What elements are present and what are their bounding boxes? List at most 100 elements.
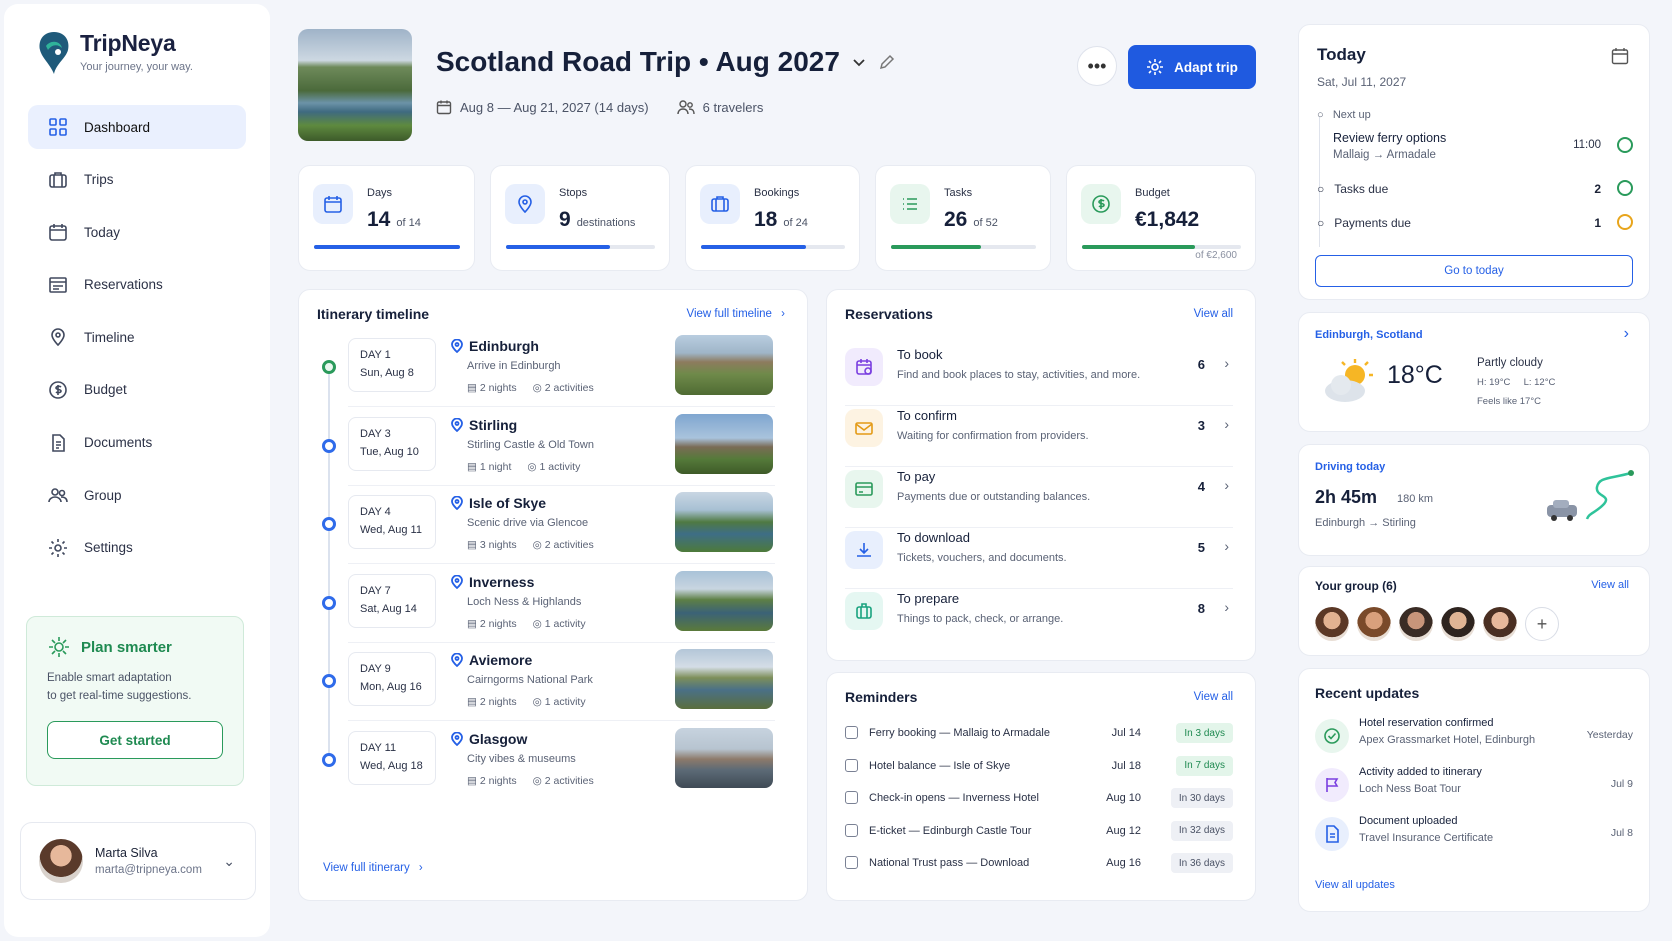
reservation-row[interactable]: To prepare Things to pack, check, or arr… — [845, 585, 1233, 641]
chevron-right-icon[interactable]: › — [1624, 325, 1629, 343]
reminder-date: Aug 12 — [1106, 824, 1141, 837]
nav-group[interactable]: Group — [28, 473, 246, 517]
reservation-row[interactable]: To confirm Waiting for confirmation from… — [845, 402, 1233, 467]
stop-name-text: Inverness — [469, 574, 535, 590]
nav-dashboard[interactable]: Dashboard — [28, 105, 246, 149]
update-subtitle: Travel Insurance Certificate — [1359, 832, 1494, 844]
driving-card[interactable]: Driving today 2h 45m 180 km Edinburgh → … — [1298, 444, 1650, 556]
view-full-itinerary-link[interactable]: View full itinerary › — [323, 862, 423, 874]
update-item[interactable]: Document uploaded Travel Insurance Certi… — [1315, 813, 1633, 859]
timeline-item[interactable]: DAY 9 Mon, Aug 16 Aviemore Cairngorms Na… — [299, 649, 805, 732]
view-all-reservations-link[interactable]: View all — [1194, 308, 1233, 320]
stat-budget[interactable]: Budget €1,842 of €2,600 — [1066, 165, 1256, 271]
reminder-checkbox[interactable] — [845, 791, 858, 804]
driving-label: Driving today — [1315, 461, 1386, 473]
stop-name: Inverness — [451, 574, 534, 590]
nav-timeline[interactable]: Timeline — [28, 315, 246, 359]
stop-thumbnail — [675, 414, 773, 474]
reminder-row[interactable]: National Trust pass — Download Aug 16 In… — [845, 853, 1233, 877]
add-member-button[interactable]: + — [1525, 607, 1559, 641]
divider — [348, 485, 775, 486]
day-date: Tue, Aug 10 — [360, 446, 419, 458]
reservation-row[interactable]: To download Tickets, vouchers, and docum… — [845, 524, 1233, 589]
status-badge: In 32 days — [1170, 820, 1233, 841]
adapt-trip-button[interactable]: Adapt trip — [1128, 45, 1256, 89]
reservation-row[interactable]: To book Find and book places to stay, ac… — [845, 341, 1233, 406]
timeline-item[interactable]: DAY 1 Sun, Aug 8 Edinburgh Arrive in Edi… — [299, 335, 805, 418]
nights-text: 2 nights — [479, 696, 517, 708]
sparkle-icon — [49, 637, 69, 657]
stat-stops[interactable]: Stops 9 destinations — [490, 165, 670, 271]
stop-name-text: Aviemore — [469, 652, 533, 668]
timeline-item[interactable]: DAY 7 Sat, Aug 14 Inverness Loch Ness & … — [299, 571, 805, 654]
bed-icon: ▤ — [467, 696, 477, 708]
nav-label: Group — [84, 487, 122, 503]
day-number: DAY 11 — [360, 742, 397, 754]
calendar-icon[interactable] — [1611, 47, 1629, 65]
reminder-checkbox[interactable] — [845, 758, 858, 772]
go-to-today-button[interactable]: Go to today — [1315, 255, 1633, 287]
stat-days[interactable]: Days 14 of 14 — [298, 165, 475, 271]
reminder-row[interactable]: Ferry booking — Mallaig to Armadale Jul … — [845, 723, 1233, 747]
weather-location[interactable]: Edinburgh, Scotland — [1315, 329, 1423, 341]
timeline-item[interactable]: DAY 3 Tue, Aug 10 Stirling Stirling Cast… — [299, 414, 805, 497]
nav-budget[interactable]: Budget — [28, 368, 246, 412]
panel-title: Itinerary timeline — [317, 306, 430, 322]
view-all-group-link[interactable]: View all — [1591, 579, 1629, 591]
stop-stats: ▤ 2 nights ◎ 1 activity — [467, 618, 586, 630]
avatar[interactable] — [1357, 607, 1391, 641]
nav-reservations[interactable]: Reservations — [28, 263, 246, 307]
get-started-button[interactable]: Get started — [47, 721, 223, 759]
more-options-button[interactable]: ••• — [1077, 46, 1117, 86]
avatar[interactable] — [1441, 607, 1475, 641]
stat-tasks[interactable]: Tasks 26 of 52 — [875, 165, 1051, 271]
nav-settings[interactable]: Settings — [28, 526, 246, 570]
avatar[interactable] — [1315, 607, 1349, 641]
reminder-row[interactable]: E-ticket — Edinburgh Castle Tour Aug 12 … — [845, 820, 1233, 845]
nav-label: Dashboard — [84, 119, 151, 135]
map-pin-icon — [505, 184, 545, 224]
avatar[interactable] — [1483, 607, 1517, 641]
dashboard-icon — [49, 118, 67, 136]
reminder-text: Hotel balance — Isle of Skye — [869, 759, 1011, 772]
reminder-checkbox[interactable] — [845, 823, 858, 837]
timeline-item[interactable]: DAY 11 Wed, Aug 18 Glasgow City vibes & … — [299, 728, 805, 811]
file-icon — [1315, 817, 1349, 851]
timeline-item[interactable]: DAY 4 Wed, Aug 11 Isle of Skye Scenic dr… — [299, 492, 805, 575]
reminder-row[interactable]: Hotel balance — Isle of Skye Jul 18 In 7… — [845, 755, 1233, 780]
stat-progress-fill — [314, 245, 460, 249]
link-label: View full itinerary — [323, 862, 410, 874]
update-item[interactable]: Hotel reservation confirmed Apex Grassma… — [1315, 715, 1633, 761]
nav-documents[interactable]: Documents — [28, 421, 246, 465]
avatar[interactable] — [1399, 607, 1433, 641]
complete-toggle[interactable] — [1617, 137, 1633, 153]
reservation-desc: Tickets, vouchers, and documents. — [897, 552, 1067, 564]
credit-card-icon — [845, 470, 883, 508]
stat-of: destinations — [576, 217, 636, 229]
nav-label: Documents — [84, 435, 153, 451]
nav-label: Today — [84, 224, 121, 240]
reminder-text: National Trust pass — Download — [869, 857, 1030, 869]
stat-bookings[interactable]: Bookings 18 of 24 — [685, 165, 860, 271]
nav-trips[interactable]: Trips — [28, 158, 246, 202]
next-up-title[interactable]: Review ferry options — [1333, 131, 1446, 145]
view-full-timeline-link[interactable]: View full timeline › — [687, 308, 785, 320]
nav-today[interactable]: Today — [28, 210, 246, 254]
trip-title[interactable]: Scotland Road Trip • Aug 2027 — [436, 46, 896, 78]
payments-due-label: Payments due — [1334, 216, 1411, 230]
tasks-due-row[interactable]: ○ Tasks due — [1317, 182, 1388, 196]
user-menu[interactable]: Marta Silva marta@tripneya.com ⌄ — [20, 822, 256, 900]
payments-due-row[interactable]: ○ Payments due — [1317, 216, 1411, 230]
reminder-row[interactable]: Check-in opens — Inverness Hotel Aug 10 … — [845, 788, 1233, 812]
chevron-down-icon[interactable] — [852, 55, 866, 69]
sidebar: TripNeya Your journey, your way. Dashboa… — [4, 4, 270, 937]
reservation-row[interactable]: To pay Payments due or outstanding balan… — [845, 463, 1233, 528]
brand[interactable]: TripNeya Your journey, your way. — [36, 30, 193, 76]
update-item[interactable]: Activity added to itinerary Loch Ness Bo… — [1315, 764, 1633, 810]
view-all-reminders-link[interactable]: View all — [1194, 691, 1233, 703]
reservation-name: To confirm — [897, 408, 957, 423]
reminder-checkbox[interactable] — [845, 726, 858, 739]
reminder-checkbox[interactable] — [845, 856, 858, 869]
view-all-updates-link[interactable]: View all updates — [1315, 879, 1395, 891]
pencil-icon[interactable] — [878, 53, 896, 71]
